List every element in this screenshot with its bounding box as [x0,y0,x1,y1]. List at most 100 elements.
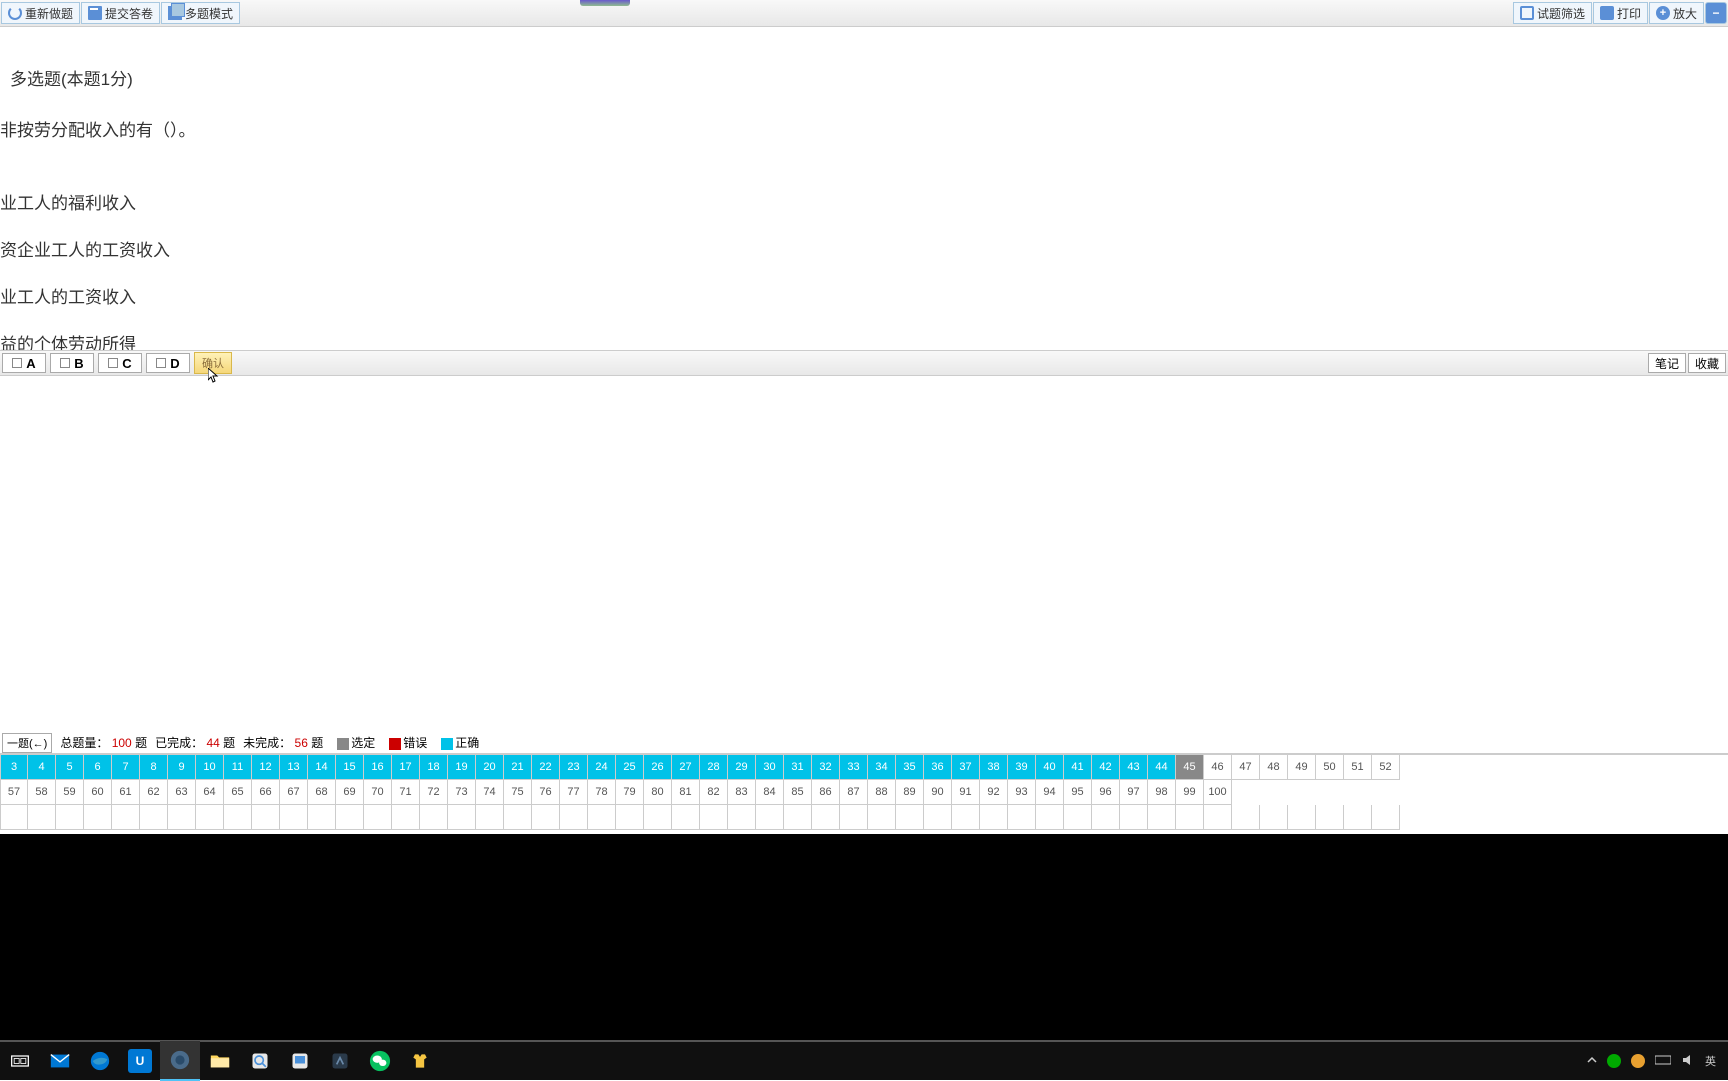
wechat-icon[interactable] [360,1041,400,1081]
file-explorer-icon[interactable] [200,1041,240,1081]
nav-cell-84[interactable]: 84 [756,780,784,805]
nav-cell-90[interactable]: 90 [924,780,952,805]
nav-cell-6[interactable]: 6 [84,755,112,780]
nav-cell-35[interactable]: 35 [896,755,924,780]
nav-cell-83[interactable]: 83 [728,780,756,805]
nav-cell-94[interactable]: 94 [1036,780,1064,805]
nav-cell-96[interactable]: 96 [1092,780,1120,805]
nav-cell-16[interactable]: 16 [364,755,392,780]
nav-cell-46[interactable]: 46 [1204,755,1232,780]
nav-cell-32[interactable]: 32 [812,755,840,780]
nav-cell-70[interactable]: 70 [364,780,392,805]
nav-cell-72[interactable]: 72 [420,780,448,805]
choice-d-button[interactable]: D [146,353,190,373]
nav-cell-17[interactable]: 17 [392,755,420,780]
app-dark-icon[interactable] [320,1041,360,1081]
nav-cell-29[interactable]: 29 [728,755,756,780]
nav-cell-77[interactable]: 77 [560,780,588,805]
tray-chevron-icon[interactable] [1587,1055,1597,1068]
nav-cell-45[interactable]: 45 [1176,755,1204,780]
nav-cell-9[interactable]: 9 [168,755,196,780]
tray-orange-icon[interactable] [1631,1054,1645,1068]
prev-question-button[interactable]: 一题(←) [2,733,52,753]
nav-cell-93[interactable]: 93 [1008,780,1036,805]
nav-cell-33[interactable]: 33 [840,755,868,780]
nav-cell-92[interactable]: 92 [980,780,1008,805]
nav-cell-49[interactable]: 49 [1288,755,1316,780]
nav-cell-38[interactable]: 38 [980,755,1008,780]
nav-cell-99[interactable]: 99 [1176,780,1204,805]
nav-cell-42[interactable]: 42 [1092,755,1120,780]
print-button[interactable]: 打印 [1593,2,1648,24]
nav-cell-87[interactable]: 87 [840,780,868,805]
nav-cell-39[interactable]: 39 [1008,755,1036,780]
app-shirt-icon[interactable] [400,1041,440,1081]
nav-cell-69[interactable]: 69 [336,780,364,805]
nav-cell-31[interactable]: 31 [784,755,812,780]
nav-cell-24[interactable]: 24 [588,755,616,780]
exam-app-icon[interactable] [160,1041,200,1081]
nav-cell-63[interactable]: 63 [168,780,196,805]
app-monitor-icon[interactable] [280,1041,320,1081]
favorite-button[interactable]: 收藏 [1688,353,1726,373]
choice-c-button[interactable]: C [98,353,142,373]
nav-cell-27[interactable]: 27 [672,755,700,780]
nav-cell-82[interactable]: 82 [700,780,728,805]
nav-cell-14[interactable]: 14 [308,755,336,780]
nav-cell-41[interactable]: 41 [1064,755,1092,780]
nav-cell-68[interactable]: 68 [308,780,336,805]
tray-ime-label[interactable]: 英 [1705,1053,1716,1069]
nav-cell-13[interactable]: 13 [280,755,308,780]
confirm-button[interactable]: 确认 [194,352,232,374]
note-button[interactable]: 笔记 [1648,353,1686,373]
nav-cell-22[interactable]: 22 [532,755,560,780]
nav-cell-91[interactable]: 91 [952,780,980,805]
app-magnifier-icon[interactable] [240,1041,280,1081]
nav-cell-98[interactable]: 98 [1148,780,1176,805]
choice-b-button[interactable]: B [50,353,94,373]
redo-button[interactable]: 重新做题 [1,2,80,24]
nav-cell-3[interactable]: 3 [0,755,28,780]
minimize-round-button[interactable]: − [1705,2,1727,24]
nav-cell-74[interactable]: 74 [476,780,504,805]
tray-green-icon[interactable] [1607,1054,1621,1068]
nav-cell-36[interactable]: 36 [924,755,952,780]
nav-cell-40[interactable]: 40 [1036,755,1064,780]
nav-cell-4[interactable]: 4 [28,755,56,780]
nav-cell-30[interactable]: 30 [756,755,784,780]
nav-cell-85[interactable]: 85 [784,780,812,805]
multi-mode-button[interactable]: 多题模式 [161,2,240,24]
nav-cell-97[interactable]: 97 [1120,780,1148,805]
nav-cell-58[interactable]: 58 [28,780,56,805]
nav-cell-61[interactable]: 61 [112,780,140,805]
zoom-button[interactable]: + 放大 [1649,2,1704,24]
filter-button[interactable]: 试题筛选 [1513,2,1592,24]
nav-cell-71[interactable]: 71 [392,780,420,805]
nav-cell-37[interactable]: 37 [952,755,980,780]
nav-cell-57[interactable]: 57 [0,780,28,805]
nav-cell-18[interactable]: 18 [420,755,448,780]
nav-cell-81[interactable]: 81 [672,780,700,805]
nav-cell-43[interactable]: 43 [1120,755,1148,780]
nav-cell-7[interactable]: 7 [112,755,140,780]
nav-cell-15[interactable]: 15 [336,755,364,780]
nav-cell-67[interactable]: 67 [280,780,308,805]
nav-cell-26[interactable]: 26 [644,755,672,780]
nav-cell-50[interactable]: 50 [1316,755,1344,780]
nav-cell-48[interactable]: 48 [1260,755,1288,780]
nav-cell-65[interactable]: 65 [224,780,252,805]
nav-cell-62[interactable]: 62 [140,780,168,805]
submit-button[interactable]: 提交答卷 [81,2,160,24]
nav-cell-86[interactable]: 86 [812,780,840,805]
nav-cell-23[interactable]: 23 [560,755,588,780]
nav-cell-11[interactable]: 11 [224,755,252,780]
nav-cell-28[interactable]: 28 [700,755,728,780]
nav-cell-47[interactable]: 47 [1232,755,1260,780]
nav-cell-76[interactable]: 76 [532,780,560,805]
tray-volume-icon[interactable] [1681,1053,1695,1070]
nav-cell-20[interactable]: 20 [476,755,504,780]
nav-cell-78[interactable]: 78 [588,780,616,805]
nav-cell-89[interactable]: 89 [896,780,924,805]
nav-cell-44[interactable]: 44 [1148,755,1176,780]
nav-cell-75[interactable]: 75 [504,780,532,805]
